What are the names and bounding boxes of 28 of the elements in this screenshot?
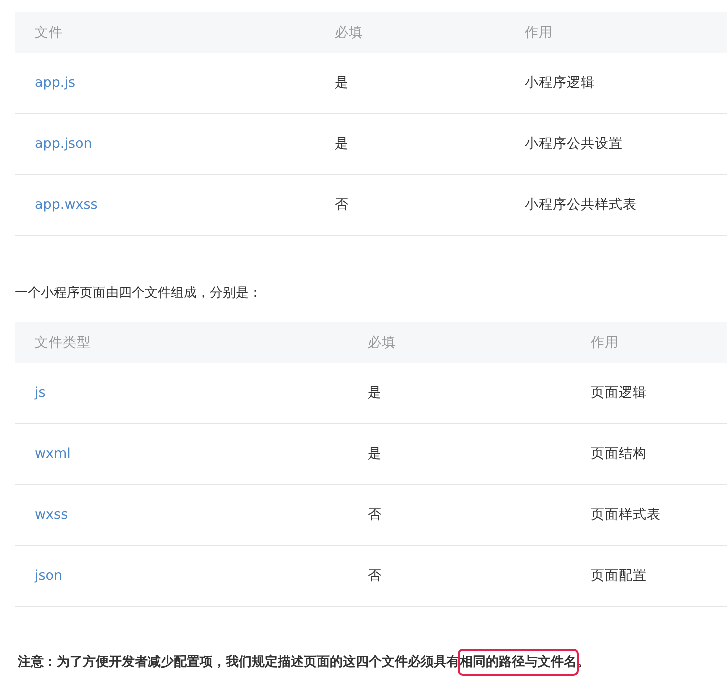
column-header: 作用 <box>524 24 554 42</box>
table-cell: 是 <box>335 136 349 152</box>
file-link[interactable]: json <box>35 568 63 584</box>
file-link[interactable]: app.js <box>35 75 76 91</box>
column-header: 文件 <box>34 24 64 42</box>
table-cell: 是 <box>335 75 349 91</box>
table-cell: 页面样式表 <box>591 507 661 523</box>
table-cell: 小程序公共样式表 <box>525 197 637 213</box>
table-cell: 页面逻辑 <box>591 385 647 401</box>
file-link[interactable]: app.json <box>35 136 92 152</box>
column-header: 必填 <box>334 24 364 42</box>
table-cell: 页面配置 <box>591 568 647 584</box>
table-cell: 否 <box>368 507 382 523</box>
intro-text: 一个小程序页面由四个文件组成，分别是： <box>15 285 263 302</box>
table-cell: 否 <box>335 197 349 213</box>
table-cell: 小程序公共设置 <box>525 136 623 152</box>
file-link[interactable]: wxml <box>35 446 71 462</box>
column-header: 作用 <box>590 334 620 352</box>
table-cell: 小程序逻辑 <box>525 75 595 91</box>
table-cell: 否 <box>368 568 382 584</box>
file-link[interactable]: js <box>35 385 46 401</box>
file-link[interactable]: wxss <box>35 507 68 523</box>
table-cell: 是 <box>368 446 382 462</box>
file-link[interactable]: app.wxss <box>35 197 98 213</box>
column-header: 文件类型 <box>34 334 92 352</box>
column-header: 必填 <box>367 334 397 352</box>
table-cell: 是 <box>368 385 382 401</box>
table-cell: 页面结构 <box>591 446 647 462</box>
